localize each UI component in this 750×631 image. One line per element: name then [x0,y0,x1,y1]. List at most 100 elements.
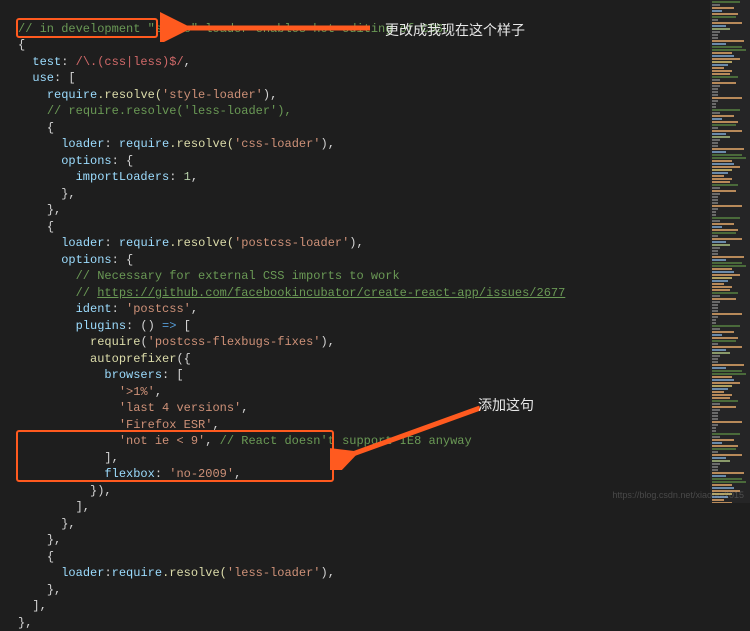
minimap-line [712,424,718,426]
minimap-line [712,190,736,192]
minimap-line [712,121,738,123]
minimap-line [712,442,722,444]
minimap-line [712,172,728,174]
minimap-line [712,145,718,147]
minimap-line [712,466,718,468]
code-url[interactable]: https://github.com/facebookincubator/cre… [97,286,565,300]
code-func: autoprefixer [90,352,176,366]
minimap-line [712,199,718,201]
minimap-line [712,388,728,390]
minimap-line [712,241,726,243]
minimap-line [712,331,734,333]
minimap-line [712,97,742,99]
minimap-line [712,166,740,168]
minimap-line [712,178,732,180]
minimap-line [712,19,718,21]
minimap-line [712,379,734,381]
minimap-line [712,181,730,183]
minimap-line [712,115,734,117]
code-comment: // https://github.com/facebookincubator/… [76,286,566,300]
minimap-line [712,154,742,156]
minimap-line [712,415,718,417]
minimap-line [712,457,726,459]
minimap-line [712,436,720,438]
minimap-line [712,79,720,81]
minimap-line [712,430,716,432]
minimap-line [712,400,738,402]
minimap-line [712,76,738,78]
code-regex: /\.(css|less)$/ [76,55,184,69]
minimap-line [712,469,718,471]
minimap-line [712,343,718,345]
code-comment: // require.resolve('less-loader'), [47,104,292,118]
minimap-line [712,337,738,339]
minimap-line [712,229,738,231]
minimap-line [712,244,730,246]
minimap-line [712,373,746,375]
minimap[interactable] [710,0,750,503]
minimap-line [712,292,738,294]
minimap-line [712,13,738,15]
minimap-line [712,232,736,234]
code-key: test [32,55,61,69]
minimap-line [712,361,718,363]
minimap-line [712,397,730,399]
minimap-line [712,43,726,45]
minimap-line [712,211,716,213]
minimap-line [712,94,718,96]
minimap-line [712,445,738,447]
minimap-line [712,328,720,330]
minimap-line [712,196,718,198]
minimap-line [712,274,740,276]
minimap-line [712,88,718,90]
code-ident: require [47,88,97,102]
minimap-line [712,394,732,396]
code-key: flexbox [104,467,154,481]
minimap-line [712,253,718,255]
code-string: 'postcss-loader' [234,236,349,250]
minimap-line [712,406,736,408]
minimap-line [712,301,720,303]
minimap-line [712,67,724,69]
minimap-line [712,256,744,258]
minimap-line [712,49,746,51]
minimap-line [712,235,718,237]
minimap-line [712,409,720,411]
minimap-line [712,184,738,186]
code-number: 1 [184,170,191,184]
minimap-line [712,433,740,435]
code-key: ident [76,302,112,316]
code-editor[interactable]: // in development "style" loader enables… [0,0,710,503]
minimap-line [712,142,718,144]
minimap-line [712,1,740,3]
minimap-line [712,73,730,75]
annotation-top: 更改成我现在这个样子 [385,20,525,40]
minimap-line [712,160,732,162]
minimap-line [712,85,720,87]
minimap-line [712,271,734,273]
minimap-line [712,103,716,105]
minimap-line [712,322,716,324]
minimap-line [712,283,724,285]
minimap-line [712,163,734,165]
code-comment: // Necessary for external CSS imports to… [76,269,400,283]
minimap-line [712,40,744,42]
minimap-line [712,220,720,222]
minimap-line [712,412,718,414]
minimap-line [712,313,742,315]
minimap-line [712,22,742,24]
code-string: 'style-loader' [162,88,263,102]
code-string: 'less-loader' [227,566,321,580]
minimap-line [712,286,732,288]
minimap-line [712,289,730,291]
minimap-line [712,439,734,441]
code-key: loader [61,137,104,151]
minimap-line [712,7,734,9]
minimap-line [712,223,734,225]
minimap-line [712,478,742,480]
minimap-line [712,334,722,336]
minimap-line [712,376,732,378]
minimap-line [712,280,728,282]
minimap-line [712,355,720,357]
minimap-line [712,112,720,114]
